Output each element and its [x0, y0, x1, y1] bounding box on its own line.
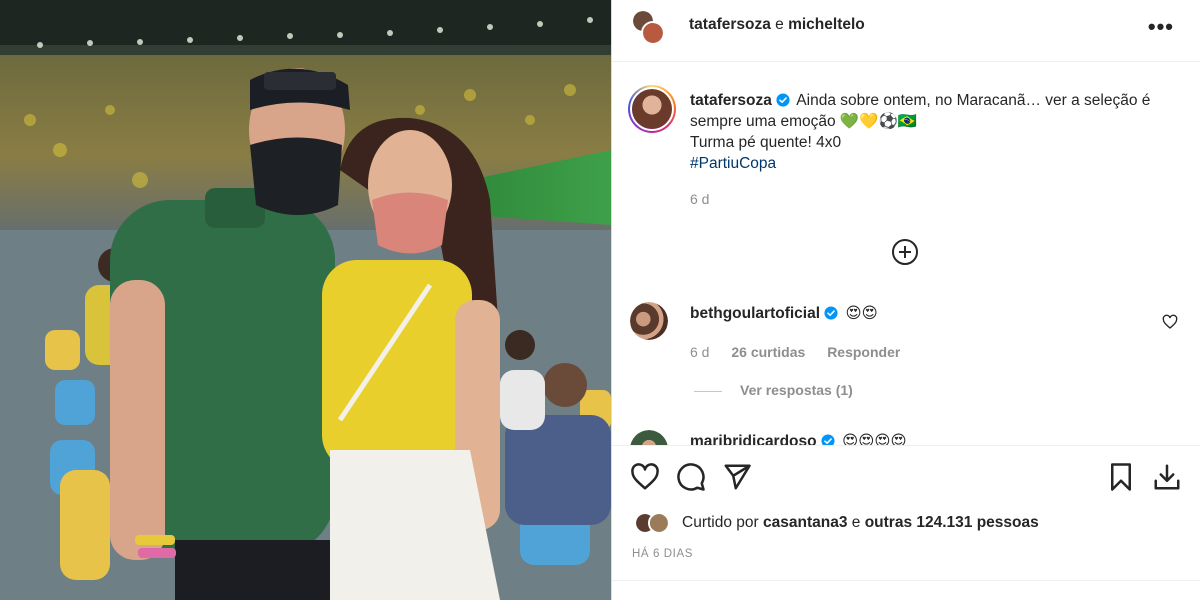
avatar[interactable]: [628, 85, 676, 133]
comment-text: maribridicardoso 😍😍😍😍: [690, 432, 907, 445]
replies-divider: [694, 390, 722, 392]
save-bookmark-icon[interactable]: [1106, 462, 1136, 492]
verified-badge-icon: [824, 306, 838, 320]
load-more-comments-icon[interactable]: [890, 237, 920, 267]
share-send-icon[interactable]: [722, 462, 752, 492]
more-options-icon[interactable]: •••: [1148, 14, 1174, 40]
avatar: [648, 512, 670, 534]
avatar[interactable]: [630, 302, 668, 340]
avatar[interactable]: [630, 430, 668, 445]
comment-content: 😍😍😍😍: [841, 433, 907, 445]
view-replies-button[interactable]: Ver respostas (1): [694, 382, 853, 398]
stadium-photo: [0, 0, 611, 600]
comment-likes[interactable]: 26 curtidas: [731, 344, 805, 360]
verified-badge-icon: [776, 93, 790, 107]
post-photo[interactable]: [0, 0, 611, 600]
comment-like-heart-icon[interactable]: [1162, 314, 1178, 330]
coauthor-username[interactable]: micheltelo: [788, 16, 865, 33]
post-authors: tatafersoza e micheltelo: [689, 16, 865, 34]
liked-by-summary: Curtido por casantana3 e outras 124.131 …: [682, 514, 1039, 532]
comment-username[interactable]: bethgoulartoficial: [690, 305, 820, 322]
coauthor-avatars[interactable]: [631, 9, 665, 47]
comments-scroll-area[interactable]: tatafersoza Ainda sobre ontem, no Maraca…: [612, 62, 1200, 445]
caption-username[interactable]: tatafersoza: [690, 92, 772, 109]
liked-by-username[interactable]: casantana3: [763, 514, 847, 531]
comment-bubble-icon[interactable]: [676, 462, 706, 492]
post-side-panel: tatafersoza e micheltelo ••• tatafersoza…: [611, 0, 1200, 600]
verified-badge-icon: [821, 434, 835, 445]
avatar[interactable]: [641, 21, 665, 45]
liked-by-others[interactable]: outras 124.131 pessoas: [865, 514, 1039, 531]
comment-content: 😍😍: [845, 305, 878, 322]
reply-button[interactable]: Responder: [827, 344, 900, 360]
caption-hashtag[interactable]: #PartiuCopa: [690, 155, 776, 172]
post-header: tatafersoza e micheltelo •••: [612, 0, 1200, 62]
comment-text: bethgoulartoficial 😍😍: [690, 304, 878, 323]
caption-line-2: Turma pé quente! 4x0: [690, 134, 842, 151]
liked-by-prefix: Curtido por: [682, 514, 759, 531]
post-actions: Curtido por casantana3 e outras 124.131 …: [612, 445, 1200, 600]
caption-age: 6 d: [690, 191, 710, 207]
author-username[interactable]: tatafersoza: [689, 16, 771, 33]
add-comment-strip[interactable]: [612, 580, 1200, 600]
liked-by-and: e: [851, 514, 861, 531]
authors-conjunction: e: [775, 16, 784, 33]
download-icon[interactable]: [1152, 462, 1182, 492]
comment-username[interactable]: maribridicardoso: [690, 433, 817, 445]
view-replies-label: Ver respostas (1): [740, 382, 853, 398]
comment-age: 6 d: [690, 344, 710, 360]
like-heart-icon[interactable]: [630, 462, 660, 492]
post-timestamp[interactable]: HÁ 6 DIAS: [632, 548, 693, 560]
post-modal: tatafersoza e micheltelo ••• tatafersoza…: [0, 0, 1200, 600]
caption-text: tatafersoza Ainda sobre ontem, no Maraca…: [690, 90, 1180, 174]
comment-meta: 6 d 26 curtidas Responder: [690, 344, 918, 360]
